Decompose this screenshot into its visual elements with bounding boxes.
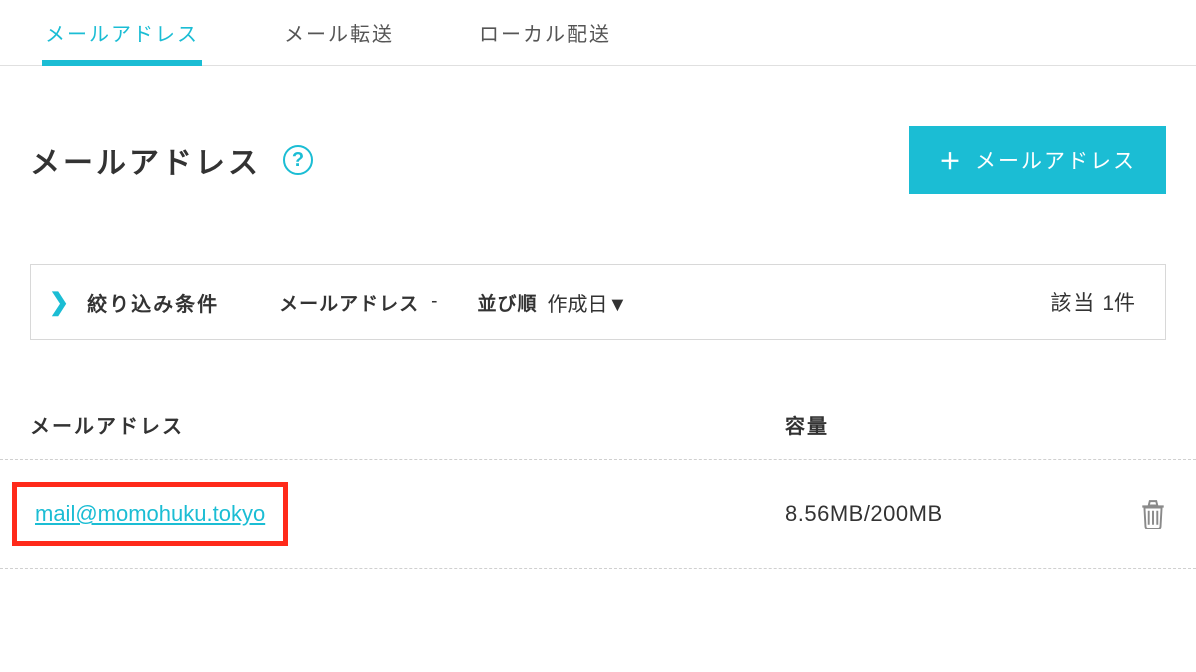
tab-local-delivery[interactable]: ローカル配送 — [479, 0, 611, 65]
filter-sort-value[interactable]: 作成日▼ — [547, 288, 627, 317]
help-icon[interactable]: ? — [283, 145, 313, 175]
table-header: メールアドレス 容量 — [0, 340, 1196, 460]
highlight-box: mail@momohuku.tokyo — [12, 482, 288, 546]
header-row: メールアドレス ? ＋ メールアドレス — [0, 66, 1196, 194]
table-row: mail@momohuku.tokyo 8.56MB/200MB — [0, 460, 1196, 569]
filter-count-value: 1件 — [1102, 287, 1135, 317]
email-cell: mail@momohuku.tokyo — [30, 482, 785, 546]
filter-sort-label: 並び順 — [477, 289, 537, 316]
trash-cell — [1126, 499, 1166, 529]
filter-bar[interactable]: ❯ 絞り込み条件 メールアドレス - 並び順 作成日▼ 該当 1件 — [30, 264, 1166, 340]
column-email: メールアドレス — [30, 410, 785, 439]
filter-field-value: - — [431, 291, 437, 313]
filter-field-label: メールアドレス — [279, 289, 419, 316]
email-link[interactable]: mail@momohuku.tokyo — [35, 501, 265, 526]
chevron-right-icon: ❯ — [49, 288, 69, 317]
page-title-wrap: メールアドレス ? — [30, 138, 313, 182]
filter-count-label: 該当 — [1050, 287, 1096, 317]
capacity-cell: 8.56MB/200MB — [785, 501, 1126, 527]
add-mail-address-button[interactable]: ＋ メールアドレス — [909, 126, 1166, 194]
tab-mail-forward[interactable]: メール転送 — [284, 0, 394, 65]
add-button-label: メールアドレス — [975, 145, 1136, 175]
column-capacity: 容量 — [785, 410, 1166, 439]
page-title: メールアドレス — [30, 138, 261, 182]
filter-title: 絞り込み条件 — [87, 288, 219, 317]
tab-mail-address[interactable]: メールアドレス — [45, 0, 199, 65]
tabs: メールアドレス メール転送 ローカル配送 — [0, 0, 1196, 66]
trash-icon[interactable] — [1140, 499, 1166, 529]
plus-icon: ＋ — [939, 144, 963, 176]
